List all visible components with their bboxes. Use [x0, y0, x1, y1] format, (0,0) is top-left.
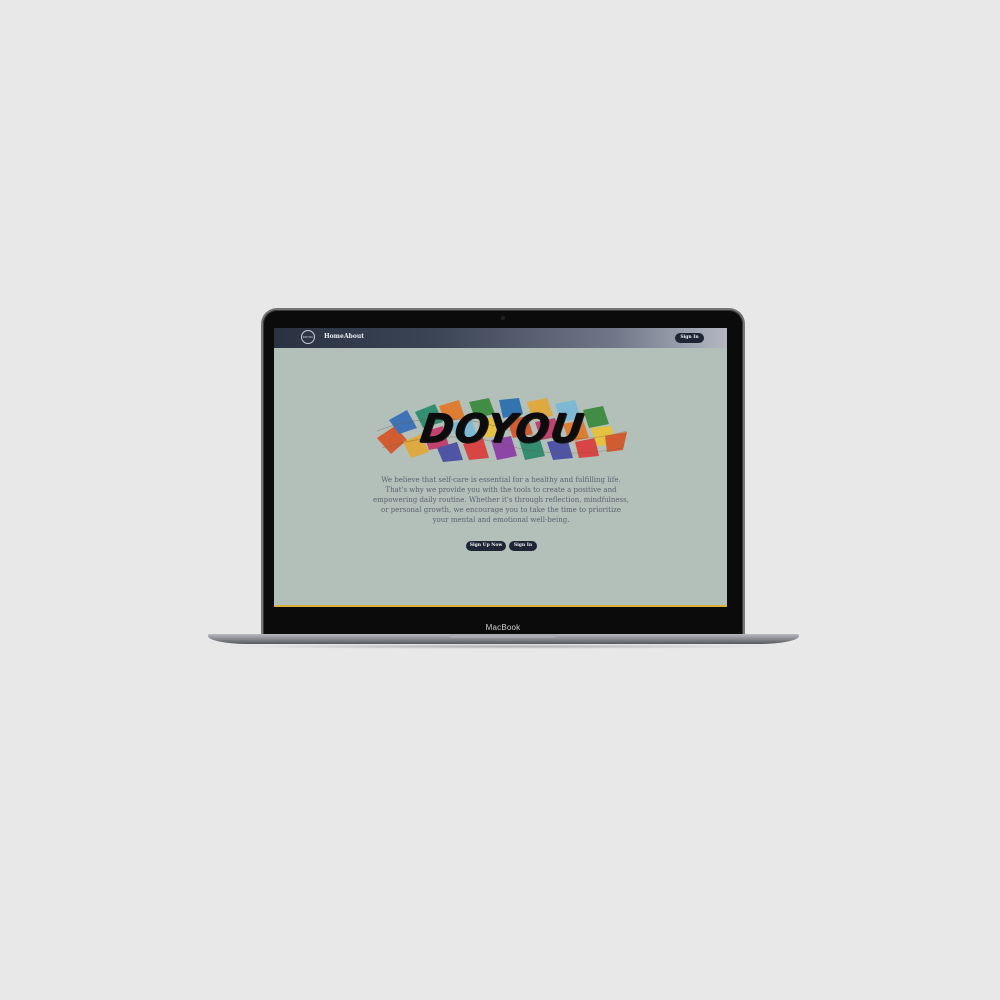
- nav-about-link[interactable]: About: [344, 333, 364, 340]
- device-model-label: MacBook: [485, 623, 521, 632]
- navbar-signin-button[interactable]: Sign In: [675, 333, 704, 343]
- hero-description: We believe that self-care is essential f…: [373, 476, 629, 524]
- laptop-shadow: [220, 644, 787, 649]
- hero-title: DOYOU: [417, 406, 587, 452]
- navbar: DOYOU Home About Sign In: [274, 328, 727, 348]
- nav-home-link[interactable]: Home: [324, 333, 344, 340]
- mockup-stage: DOYOU Home About Sign In DOYOU We believ…: [0, 0, 1000, 1000]
- laptop-hinge-notch: [449, 634, 557, 638]
- laptop-lid: DOYOU Home About Sign In DOYOU We believ…: [263, 310, 743, 636]
- laptop-screen: DOYOU Home About Sign In DOYOU We believ…: [274, 328, 727, 607]
- hero-signin-button[interactable]: Sign In: [509, 541, 537, 551]
- site-logo-icon[interactable]: DOYOU: [301, 330, 315, 344]
- camera-icon: [501, 316, 505, 320]
- laptop-base: [208, 634, 799, 644]
- signup-now-button[interactable]: Sign Up Now: [466, 541, 506, 551]
- hero-logo: DOYOU: [377, 398, 627, 464]
- accent-bar: [274, 605, 727, 607]
